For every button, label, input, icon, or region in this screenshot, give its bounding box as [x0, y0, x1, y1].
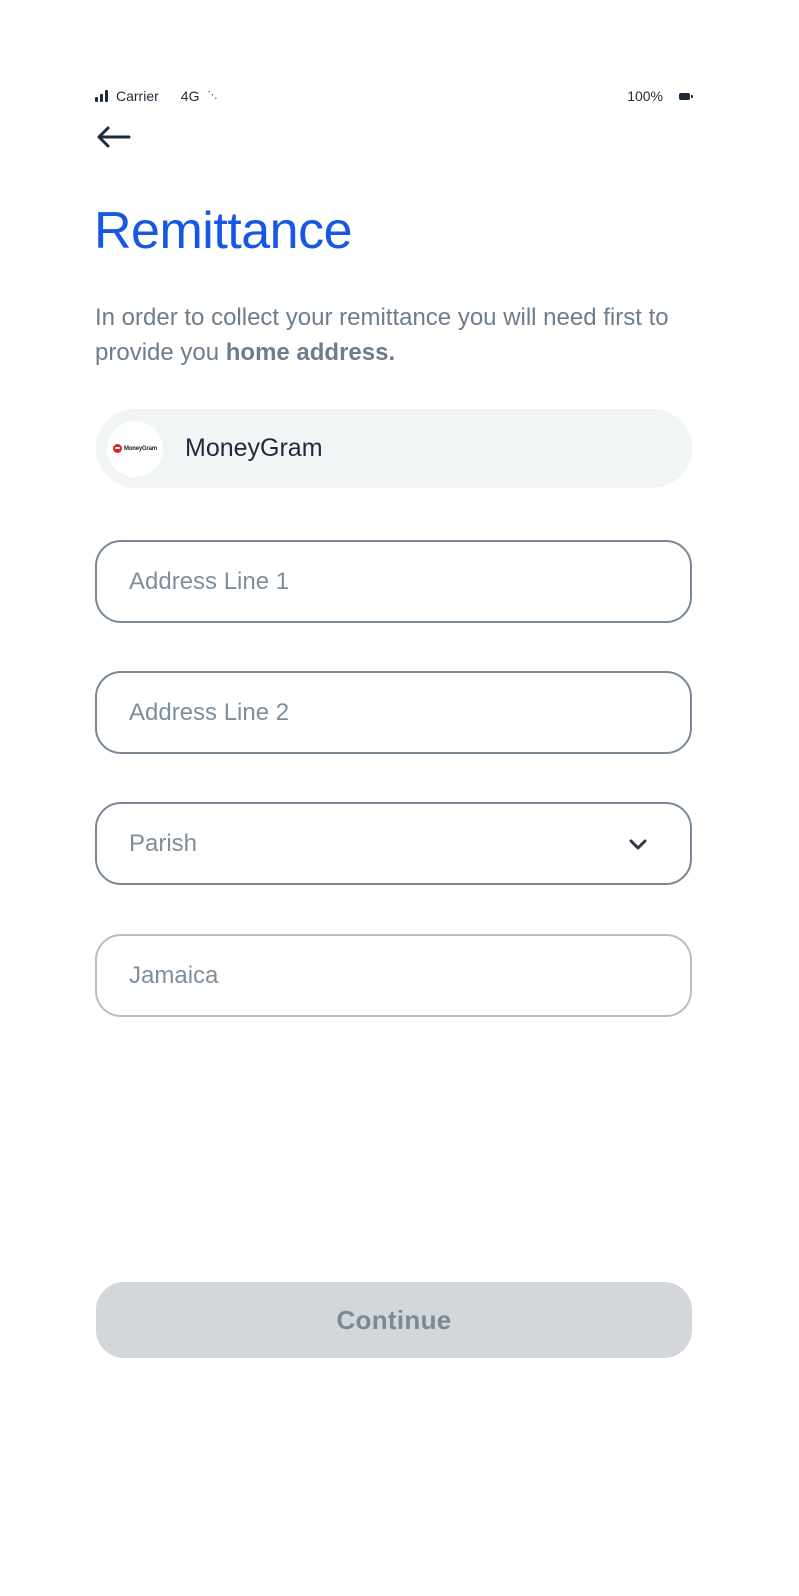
country-value: Jamaica [129, 961, 219, 989]
parish-select-placeholder: Parish [129, 829, 198, 857]
provider-card: MoneyGram MoneyGram [96, 409, 692, 488]
back-button[interactable] [95, 120, 135, 154]
provider-name: MoneyGram [185, 434, 323, 462]
status-bar: Carrier 4G ⋱ 100% [95, 86, 693, 106]
status-bar-left: Carrier 4G ⋱ [95, 88, 217, 104]
moneygram-mark-icon [113, 444, 123, 453]
instructions-emphasis: home address. [225, 339, 396, 366]
address-line-1-field[interactable] [95, 540, 692, 623]
continue-button[interactable]: Continue [96, 1282, 692, 1358]
battery-icon [679, 92, 693, 100]
parish-select[interactable]: Parish [95, 802, 692, 885]
instructions-text: In order to collect your remittance you … [95, 300, 695, 370]
network-activity-icon: ⋱ [207, 90, 217, 101]
address-line-1-input[interactable] [129, 567, 658, 596]
arrow-left-icon [97, 126, 131, 148]
network-type-label: 4G [180, 88, 200, 104]
moneygram-logo: MoneyGram [107, 420, 163, 477]
carrier-label: Carrier [116, 88, 159, 104]
battery-percentage: 100% [627, 88, 663, 104]
address-line-2-field[interactable] [95, 671, 692, 754]
signal-strength-icon [95, 90, 108, 102]
address-line-2-input[interactable] [129, 698, 658, 727]
moneygram-wordmark: MoneyGram [124, 445, 157, 452]
status-bar-right: 100% [627, 88, 693, 104]
chevron-down-icon [628, 837, 648, 851]
page-title: Remittance [94, 202, 353, 260]
country-field: Jamaica [95, 934, 692, 1017]
